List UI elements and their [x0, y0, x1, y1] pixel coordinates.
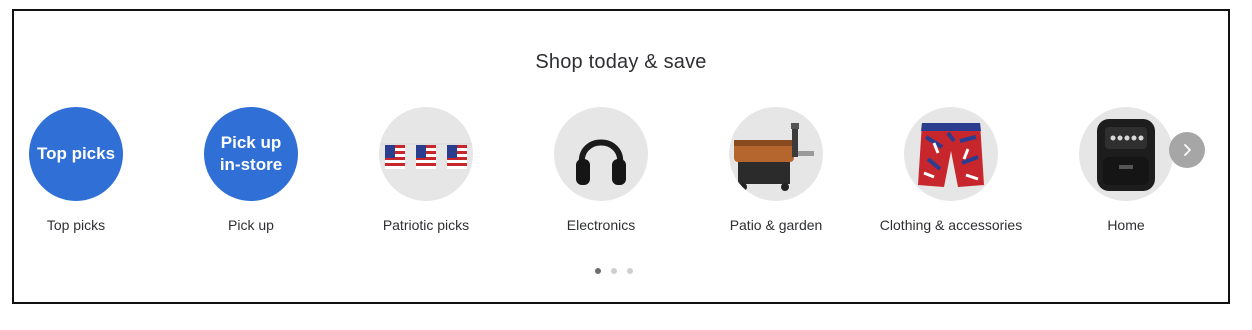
- carousel-next-button[interactable]: [1169, 132, 1205, 168]
- category-item-patriotic-picks[interactable]: Patriotic picks: [341, 107, 511, 233]
- category-item-home[interactable]: Home: [1041, 107, 1211, 233]
- carousel-pagination: [595, 268, 633, 274]
- shorts-icon: [918, 123, 984, 187]
- category-label-patriotic-picks[interactable]: Patriotic picks: [341, 217, 511, 233]
- category-label-clothing-accessories[interactable]: Clothing & accessories: [866, 217, 1036, 233]
- category-label-patio-garden[interactable]: Patio & garden: [691, 217, 861, 233]
- category-item-patio-garden[interactable]: Patio & garden: [691, 107, 861, 233]
- patriotic-picks-image[interactable]: [379, 107, 473, 201]
- category-item-clothing-accessories[interactable]: Clothing & accessories: [866, 107, 1036, 233]
- section-title: Shop today & save: [535, 51, 707, 73]
- category-item-pick-up[interactable]: Pick up in-store Pick up: [166, 107, 336, 233]
- grill-icon: [734, 123, 814, 191]
- category-label-top-picks[interactable]: Top picks: [0, 217, 161, 233]
- chevron-right-icon: [1184, 144, 1191, 156]
- category-label-electronics[interactable]: Electronics: [516, 217, 686, 233]
- top-picks-badge[interactable]: Top picks: [29, 107, 123, 201]
- carousel-dot-2[interactable]: [611, 268, 617, 274]
- electronics-image[interactable]: [554, 107, 648, 201]
- category-item-electronics[interactable]: Electronics: [516, 107, 686, 233]
- category-item-top-picks[interactable]: Top picks Top picks: [0, 107, 161, 233]
- carousel-dot-3[interactable]: [627, 268, 633, 274]
- air-fryer-icon: [1097, 119, 1155, 191]
- patio-garden-image[interactable]: [729, 107, 823, 201]
- top-picks-badge-text: Top picks: [36, 144, 116, 163]
- home-image[interactable]: [1079, 107, 1173, 201]
- flag-bunting-icon: [379, 143, 473, 169]
- carousel-dot-1[interactable]: [595, 268, 601, 274]
- headphones-icon: [576, 139, 626, 185]
- category-carousel-section: Shop today & save Top picks Top picks Pi…: [12, 9, 1230, 304]
- pick-up-badge[interactable]: Pick up in-store: [204, 107, 298, 201]
- pick-up-badge-text: Pick up in-store: [219, 133, 283, 174]
- clothing-accessories-image[interactable]: [904, 107, 998, 201]
- category-label-pick-up[interactable]: Pick up: [166, 217, 336, 233]
- category-label-home[interactable]: Home: [1041, 217, 1211, 233]
